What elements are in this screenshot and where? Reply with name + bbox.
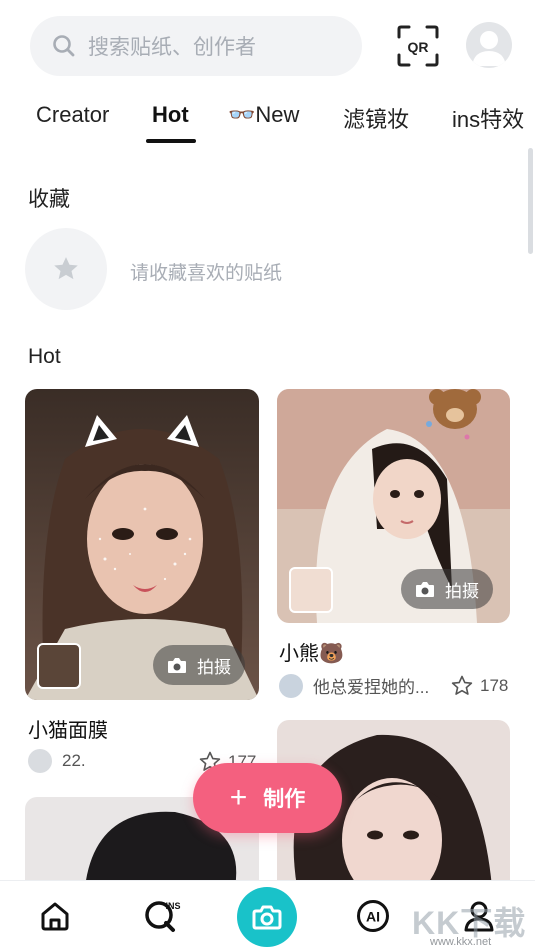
shoot-label: 拍摄 bbox=[445, 581, 479, 601]
sticker-thumbnail bbox=[37, 643, 81, 689]
camera-icon bbox=[168, 658, 186, 673]
author-row[interactable]: 22. bbox=[28, 749, 86, 773]
sticker-title: 小熊🐻 bbox=[279, 643, 344, 665]
tab-creator[interactable]: Creator bbox=[36, 102, 109, 128]
shoot-button[interactable]: 拍摄 bbox=[153, 645, 245, 685]
author-row[interactable]: 他总爱捏她的... bbox=[279, 673, 429, 698]
category-tabs: Creator Hot 👓New 滤镜妆 ins特效 bbox=[0, 96, 535, 146]
ins-icon: INS bbox=[145, 901, 181, 932]
avatar[interactable] bbox=[466, 22, 512, 68]
tab-hot[interactable]: Hot bbox=[152, 102, 189, 128]
tab-new[interactable]: 👓New bbox=[228, 102, 299, 128]
sticker-card-bear[interactable]: 拍摄 bbox=[277, 389, 510, 623]
home-icon bbox=[41, 902, 69, 931]
user-avatar-icon bbox=[472, 31, 506, 66]
sticker-thumbnail bbox=[289, 567, 333, 613]
shoot-button[interactable]: 拍摄 bbox=[401, 569, 493, 609]
nav-home[interactable] bbox=[38, 899, 72, 938]
camera-icon bbox=[416, 582, 434, 597]
nav-ai[interactable]: AI bbox=[356, 899, 390, 938]
watermark-url: www.kkx.net bbox=[430, 936, 492, 948]
search-icon bbox=[53, 35, 75, 57]
sticker-title: 小猫面膜 bbox=[28, 720, 108, 742]
nav-ins[interactable]: INS bbox=[144, 897, 184, 938]
qr-icon: QR bbox=[397, 25, 439, 67]
search-placeholder: 搜索贴纸、创作者 bbox=[88, 36, 256, 59]
shoot-label: 拍摄 bbox=[197, 657, 231, 677]
svg-text:AI: AI bbox=[366, 909, 380, 925]
watermark: KK下载 www.kkx.net bbox=[412, 898, 530, 950]
tab-filter-makeup[interactable]: 滤镜妆 bbox=[343, 102, 409, 134]
favorites-title: 收藏 bbox=[28, 188, 70, 211]
ai-icon: AI bbox=[357, 900, 389, 932]
star-outline-icon bbox=[451, 675, 473, 695]
hot-title: Hot bbox=[28, 345, 61, 368]
svg-text:QR: QR bbox=[408, 39, 429, 55]
tab-ins-effects[interactable]: ins特效 bbox=[452, 102, 524, 134]
scrollbar[interactable] bbox=[528, 148, 533, 254]
search-input[interactable]: 搜索贴纸、创作者 bbox=[30, 16, 362, 76]
like-count-value: 178 bbox=[480, 676, 509, 695]
favorites-placeholder bbox=[25, 228, 107, 310]
qr-scan-button[interactable]: QR bbox=[397, 25, 439, 67]
favorites-hint: 请收藏喜欢的贴纸 bbox=[130, 263, 283, 284]
camera-button[interactable] bbox=[237, 887, 297, 947]
author-avatar bbox=[28, 749, 52, 773]
author-name: 他总爱捏她的... bbox=[313, 678, 430, 697]
plus-icon: + bbox=[229, 781, 248, 814]
like-count[interactable]: 178 bbox=[450, 674, 508, 698]
author-name: 22. bbox=[62, 751, 86, 770]
star-icon bbox=[54, 257, 78, 280]
make-button-label: 制作 bbox=[263, 788, 306, 811]
tab-active-indicator bbox=[146, 139, 196, 143]
svg-text:INS: INS bbox=[165, 901, 180, 911]
make-button[interactable]: + 制作 bbox=[193, 763, 342, 833]
camera-icon bbox=[252, 905, 282, 930]
author-avatar bbox=[279, 673, 303, 698]
sticker-card-cat-mask[interactable]: 拍摄 bbox=[25, 389, 259, 700]
